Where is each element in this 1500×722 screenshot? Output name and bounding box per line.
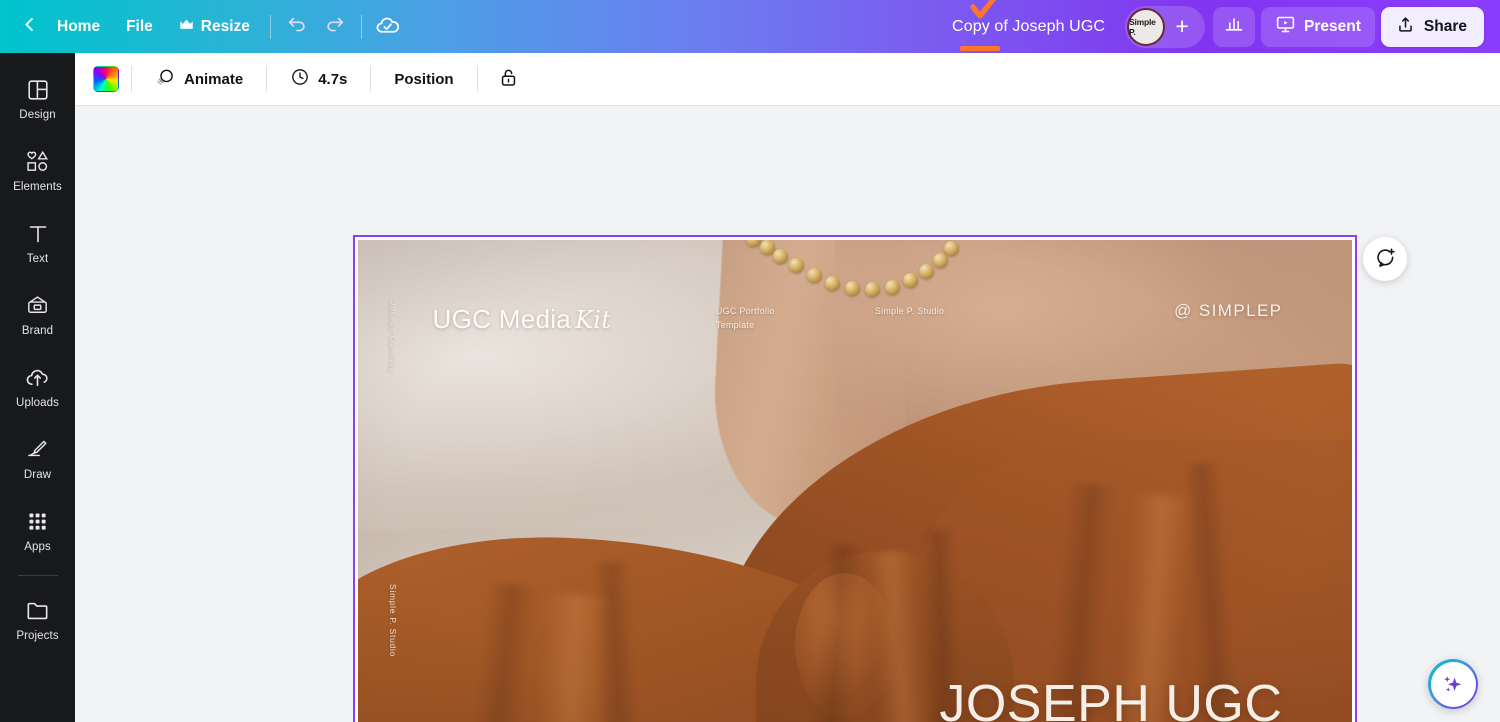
page-selection-frame[interactable]: UGC Media Kit UGC Portfolio Template Simp… [353,235,1357,722]
collaborators-group[interactable]: Simple P. + [1125,5,1206,48]
sidebar-item-draw[interactable]: Draw [3,425,73,493]
sidebar-item-elements[interactable]: Elements [3,137,73,205]
position-button-label: Position [394,70,454,88]
canvas-heading[interactable]: UGC Media Kit [433,304,612,335]
position-button[interactable]: Position [383,61,464,97]
annotation-underline [960,45,1001,51]
sidebar-item-brand[interactable]: Brand [3,281,73,349]
redo-icon [324,14,346,39]
undo-button[interactable] [278,9,316,45]
sidebar-item-projects[interactable]: Projects [3,586,73,654]
comment-plus-icon [1374,246,1397,272]
chevron-left-icon [20,15,39,39]
sidebar-label-draw: Draw [23,469,52,481]
home-button[interactable]: Home [44,9,113,45]
add-collaborator-button[interactable]: + [1167,12,1197,42]
avatar[interactable]: Simple P. [1127,7,1166,46]
sidebar-item-text[interactable]: Text [3,209,73,277]
animate-icon [155,67,176,92]
sidebar-label-projects: Projects [16,630,59,642]
clock-icon [290,67,310,91]
magic-sparkle-icon [1430,661,1476,707]
sidebar-label-design: Design [19,109,56,121]
draw-icon [25,437,50,462]
sidebar-item-apps[interactable]: Apps [3,497,73,565]
design-page[interactable]: UGC Media Kit UGC Portfolio Template Simp… [358,240,1352,722]
canvas-big-title[interactable]: JOSEPH UGC [939,674,1282,722]
file-menu-label: File [126,17,153,35]
resize-button[interactable]: Resize [166,9,263,45]
main-area: Animate 4.7s Position UGC Media Kit UGC … [75,53,1500,722]
sidebar-item-uploads[interactable]: Uploads [3,353,73,421]
text-icon [25,221,50,246]
sidebar-label-elements: Elements [13,181,62,193]
editor-body: Design Elements Text Brand Uploads Draw … [0,53,1500,722]
top-bar-left-group: Home File Resize [14,9,407,45]
context-divider-1 [131,66,132,92]
canvas-heading-main: UGC Media [432,303,572,334]
document-title[interactable]: Copy of Joseph UGC [952,18,1105,36]
lock-button[interactable] [490,61,528,97]
canvas-vertical-studio[interactable]: Simple P. Studio [388,584,398,657]
duration-value: 4.7s [318,70,348,88]
context-divider-4 [476,66,478,92]
home-button-label: Home [57,17,101,35]
context-divider-3 [370,66,372,92]
animate-button-label: Animate [184,70,244,88]
sidebar-label-brand: Brand [21,325,54,337]
canvas-subtext-portfolio-line1: UGC Portfolio [715,306,775,317]
apps-icon [25,509,50,534]
share-button-label: Share [1423,17,1467,35]
toolbar-divider-1 [269,14,271,39]
undo-icon [286,14,308,39]
file-menu-button[interactable]: File [113,9,166,45]
color-swatch-button[interactable] [93,66,119,92]
add-comment-button[interactable] [1363,237,1407,281]
toolbar-divider-2 [360,14,362,39]
canva-editor: Home File Resize Copy of Joseph UGC Simp… [0,0,1500,722]
animate-button[interactable]: Animate [144,61,254,97]
present-button[interactable]: Present [1261,6,1375,47]
present-screen-icon [1275,14,1296,40]
sidebar-divider [17,575,58,576]
insights-button[interactable] [1213,6,1256,47]
context-divider-2 [266,66,268,92]
sidebar-label-uploads: Uploads [16,397,59,409]
canvas-subtext-portfolio[interactable]: UGC Portfolio Template [716,305,775,331]
canvas-stage[interactable]: UGC Media Kit UGC Portfolio Template Simp… [75,106,1500,722]
folder-icon [25,598,50,623]
cloud-saved-button[interactable] [369,9,407,45]
canvas-heading-script: Kit [575,305,612,334]
context-toolbar: Animate 4.7s Position [75,53,1500,106]
canvas-vertical-opening[interactable]: Joseph Opening [388,301,398,373]
present-button-label: Present [1304,17,1361,35]
brand-icon [25,293,50,318]
cloud-check-icon [375,13,400,41]
redo-button[interactable] [316,9,354,45]
magic-assistant-button[interactable] [1428,659,1478,709]
document-title-wrap: Copy of Joseph UGC [942,0,1115,51]
crown-icon [179,18,194,36]
canvas-handle[interactable]: @ SIMPLEP [1174,301,1282,321]
design-icon [25,77,50,102]
duration-button[interactable]: 4.7s [279,61,358,97]
back-button[interactable] [14,9,44,45]
sidebar-label-text: Text [26,253,49,265]
top-bar: Home File Resize Copy of Joseph UGC Simp… [0,0,1500,53]
resize-button-label: Resize [200,17,250,35]
canvas-subtext-studio[interactable]: Simple P. Studio [875,305,944,318]
left-sidebar: Design Elements Text Brand Uploads Draw … [0,53,75,722]
share-upload-icon [1396,15,1415,39]
sidebar-label-apps: Apps [24,541,51,553]
share-button[interactable]: Share [1380,6,1484,47]
elements-icon [25,149,50,174]
canvas-subtext-portfolio-line2: Template [715,319,755,330]
top-bar-right-group: Copy of Joseph UGC Simple P. + Present S… [942,0,1492,51]
uploads-icon [25,365,50,390]
bar-chart-icon [1224,14,1244,39]
unlock-icon [498,67,519,91]
sidebar-item-design[interactable]: Design [3,65,73,133]
